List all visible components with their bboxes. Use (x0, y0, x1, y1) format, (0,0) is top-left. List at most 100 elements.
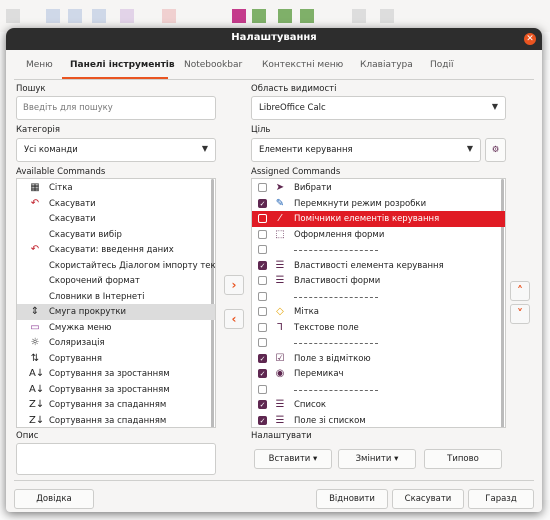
toolbar-options-button[interactable]: ⚙ (485, 138, 506, 162)
list-item[interactable]: Скорочений формат (17, 273, 215, 289)
category-select[interactable]: Усі команди ▼ (16, 138, 216, 162)
list-item-label: Властивості елемента керування (294, 260, 444, 271)
toolbar-button-icon (300, 9, 314, 23)
list-item[interactable]: ▦ Сітка (17, 180, 215, 196)
tab-keyboard[interactable]: Клавіатура (360, 60, 413, 70)
item-checkbox[interactable]: ✓ (258, 353, 267, 363)
list-item[interactable]: A↓ Сортування за зростанням (17, 366, 215, 382)
list-item-label: Скорочений формат (49, 276, 140, 286)
defaults-button[interactable]: Типово (424, 449, 502, 469)
item-checkbox[interactable]: ✓ (258, 415, 267, 425)
list-item[interactable]: ⬚ Оформлення форми (252, 227, 505, 243)
modify-button[interactable]: Змінити ▾ (338, 449, 416, 469)
close-icon[interactable]: ✕ (524, 33, 536, 45)
move-down-button[interactable]: ˅ (510, 304, 530, 324)
separator-item[interactable] (252, 289, 505, 305)
search-placeholder: Введіть для пошуку (23, 103, 113, 113)
available-commands-label: Available Commands (16, 167, 106, 177)
item-checkbox[interactable] (258, 384, 267, 394)
tab-toolbars[interactable]: Панелі інструментів (70, 60, 175, 70)
item-checkbox[interactable]: ✓ (258, 400, 267, 409)
tab-bar: Меню Панелі інструментів Notebookbar Кон… (6, 50, 542, 78)
list-item[interactable]: ☰ Властивості форми (252, 273, 505, 289)
description-label: Опис (16, 431, 39, 441)
list-item[interactable]: ✓ ☰ Список (252, 397, 505, 413)
list-item[interactable]: ⇕ Смуга прокрутки (17, 304, 215, 320)
list-item[interactable]: Z↓ Сортування за спаданням (17, 397, 215, 413)
remove-command-button[interactable]: ‹ (224, 309, 244, 329)
list-item[interactable]: ✓ ✎ Перемкнути режим розробки (252, 196, 505, 212)
list-item[interactable]: Скасувати вибір (17, 227, 215, 243)
toolbar-button-icon (252, 9, 266, 23)
item-checkbox[interactable] (258, 214, 267, 223)
item-checkbox[interactable] (258, 307, 267, 316)
customize-label: Налаштувати (251, 431, 312, 441)
scrollbar-icon: ⇕ (30, 306, 40, 317)
form-properties-icon: ☰ (275, 275, 285, 286)
item-checkbox[interactable] (258, 245, 267, 254)
list-item[interactable]: ◇ Мітка (252, 304, 505, 320)
cancel-button[interactable]: Скасувати (392, 489, 464, 509)
item-checkbox[interactable] (258, 183, 267, 192)
list-item[interactable]: Z↓ Сортування за спаданням (17, 413, 215, 428)
list-item-label: Поле зі списком (294, 415, 366, 426)
list-item[interactable]: ✓ ☑ Поле з відміткою (252, 351, 505, 367)
list-item-label: Перемикач (294, 369, 344, 379)
ok-button[interactable]: Гаразд (468, 489, 534, 509)
list-item[interactable]: A↓ Сортування за зростанням (17, 382, 215, 398)
item-checkbox[interactable] (258, 291, 267, 301)
list-item[interactable]: ↶ Скасувати (17, 196, 215, 212)
list-item-label: Скасувати вибір (49, 229, 122, 240)
reset-button[interactable]: Відновити (316, 489, 388, 509)
separator-item[interactable] (252, 335, 505, 351)
grid-icon: ▦ (30, 182, 40, 193)
list-item-label: Список (294, 400, 327, 410)
tab-events[interactable]: Події (430, 60, 454, 70)
list-item[interactable]: ⁄ Помічники елементів керування (252, 211, 505, 227)
item-checkbox[interactable] (258, 276, 267, 285)
list-item[interactable]: ↶ Скасувати: введення даних (17, 242, 215, 258)
move-up-button[interactable]: ˄ (510, 281, 530, 301)
list-item[interactable]: ▭ Смужка меню (17, 320, 215, 336)
toolbar-button-icon (162, 9, 176, 23)
chevron-down-icon: ▼ (491, 102, 498, 111)
item-checkbox[interactable]: ✓ (258, 198, 267, 208)
insert-button[interactable]: Вставити ▾ (254, 449, 332, 469)
tab-context-menus[interactable]: Контекстні меню (262, 60, 343, 70)
separator-item[interactable] (252, 382, 505, 398)
search-input[interactable]: Введіть для пошуку (16, 96, 216, 120)
list-item-label: Скасувати (49, 214, 96, 224)
sort-descending-icon: Z↓ (29, 399, 45, 410)
sort-icon: ⇅ (30, 352, 40, 364)
list-item[interactable]: Словники в Інтернеті (17, 289, 215, 305)
scope-select[interactable]: LibreOffice Calc ▼ (251, 96, 506, 120)
item-checkbox[interactable] (258, 338, 267, 347)
list-item-label: Поле з відміткою (294, 353, 371, 364)
toolbar-button-icon (120, 9, 134, 23)
list-item[interactable]: ⇅ Сортування (17, 351, 215, 367)
toolbar-button-icon (380, 9, 394, 23)
list-item[interactable]: ☼ Соляризація (17, 335, 215, 351)
item-checkbox[interactable] (258, 229, 267, 239)
target-select[interactable]: Елементи керування ▼ (251, 138, 481, 162)
item-checkbox[interactable]: ✓ (258, 369, 267, 378)
separator-item[interactable] (252, 242, 505, 258)
add-command-button[interactable]: › (224, 275, 244, 295)
tab-menus[interactable]: Меню (26, 60, 53, 70)
list-item[interactable]: Скористайтесь Діалогом імпорту тексту (17, 258, 215, 274)
list-item-label: Смужка меню (49, 322, 112, 333)
list-item-label: Сортування за зростанням (49, 369, 170, 379)
list-item[interactable]: ✓ ☰ Властивості елемента керування (252, 258, 505, 274)
item-checkbox[interactable] (258, 322, 267, 332)
help-button[interactable]: Довідка (14, 489, 94, 509)
item-checkbox[interactable]: ✓ (258, 260, 267, 270)
list-item-label: Сортування за спаданням (49, 415, 167, 426)
list-item[interactable]: ✓ ☰ Поле зі списком (252, 413, 505, 428)
list-item[interactable]: ✓ ◉ Перемикач (252, 366, 505, 382)
list-item[interactable]: Скасувати (17, 211, 215, 227)
available-commands-list[interactable]: ▦ Сітка ↶ Скасувати Скасувати Скасувати вибір… (16, 178, 216, 428)
tab-notebookbar[interactable]: Notebookbar (184, 60, 242, 70)
list-item[interactable]: ➤ Вибрати (252, 180, 505, 196)
list-item[interactable]: Ꞁ Текстове поле (252, 320, 505, 336)
assigned-commands-list[interactable]: ➤ Вибрати ✓ ✎ Перемкнути режим розробки ⁄ Помі… (251, 178, 506, 428)
